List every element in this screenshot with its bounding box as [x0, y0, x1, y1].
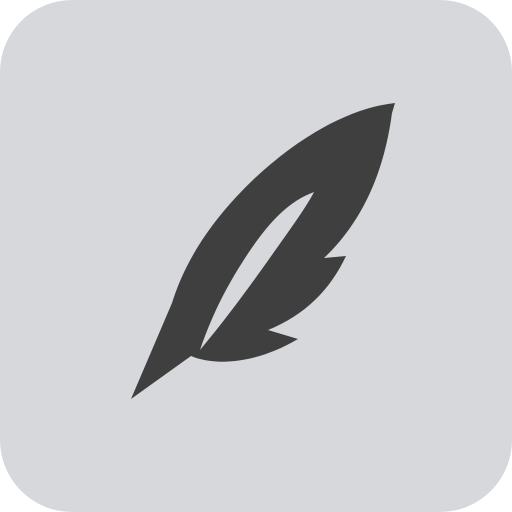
feather-shape [131, 103, 395, 399]
feather-icon [0, 0, 512, 512]
app-icon[interactable] [0, 0, 512, 512]
